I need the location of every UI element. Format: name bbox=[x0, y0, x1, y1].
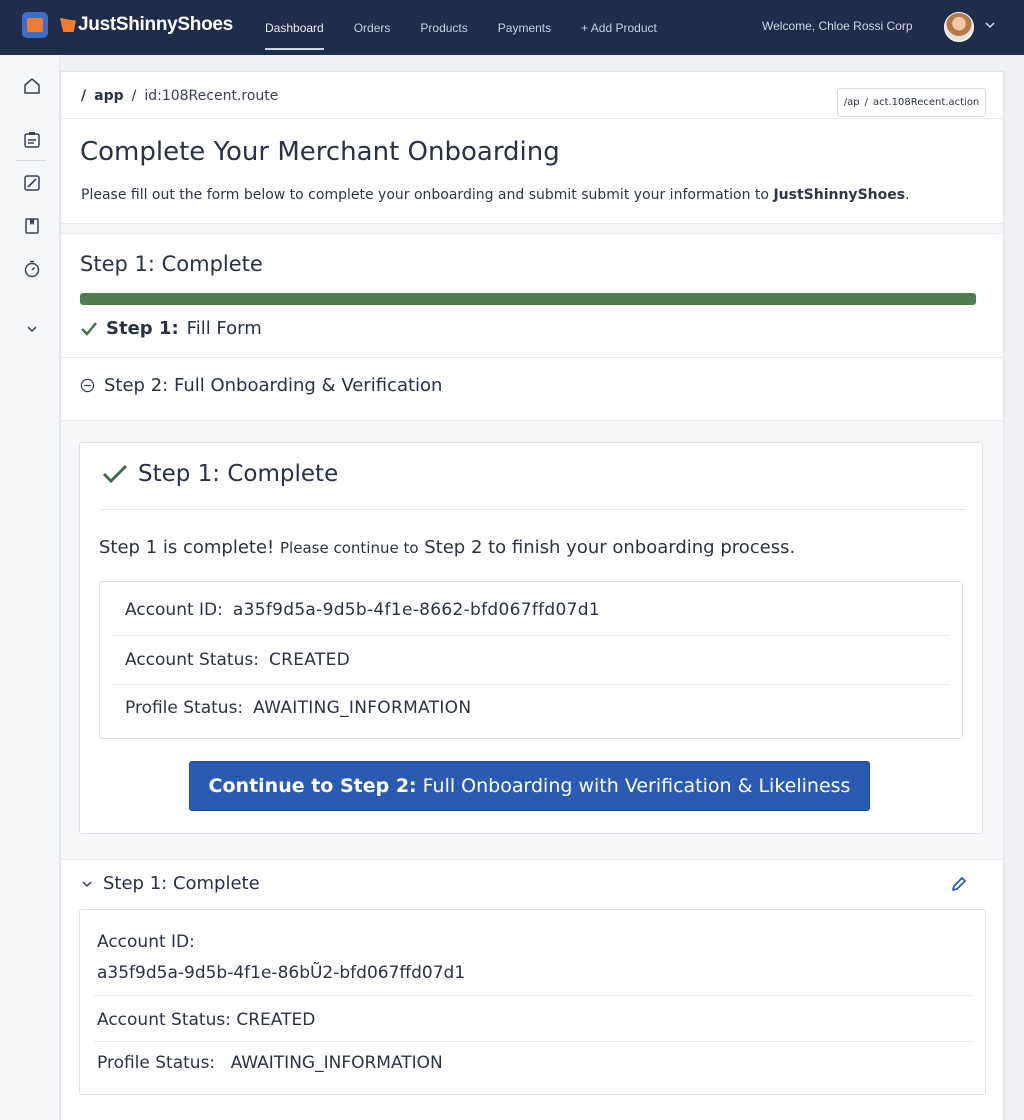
step2-status-row[interactable]: Step 2: Full Onboarding & Verification bbox=[80, 375, 442, 396]
continue-step2-button[interactable]: Continue to Step 2: Full Onboarding with… bbox=[189, 761, 870, 811]
home-icon[interactable] bbox=[21, 75, 43, 97]
chevron-down-icon bbox=[82, 880, 92, 887]
action-chip[interactable]: /ap / act.108Recent.action bbox=[837, 88, 986, 117]
description-brand: JustShinnyShoes bbox=[773, 187, 906, 203]
nav-orders[interactable]: Orders bbox=[339, 0, 406, 55]
check-icon bbox=[81, 321, 97, 336]
chevron-down-icon[interactable] bbox=[985, 20, 995, 30]
step1-label: Fill Form bbox=[186, 318, 262, 339]
brand-name: JustShinnyShoes bbox=[78, 14, 233, 35]
progress-bar bbox=[80, 293, 976, 305]
breadcrumb-sep: / bbox=[81, 88, 87, 104]
step1-status-row[interactable]: Step 1: Fill Form bbox=[80, 318, 262, 339]
account-id-label: Account ID: bbox=[125, 600, 223, 620]
section-divider bbox=[61, 224, 1003, 234]
summary-title: Step 1: Complete bbox=[103, 873, 260, 894]
divider bbox=[94, 1041, 971, 1042]
main-nav: Dashboard Orders Products Payments + Add… bbox=[250, 0, 672, 55]
divider bbox=[112, 684, 950, 685]
breadcrumb: / app / id:108Recent.route bbox=[81, 88, 278, 104]
pencil-icon[interactable] bbox=[949, 874, 969, 894]
summary-account-status-label: Account Status: bbox=[97, 1010, 231, 1030]
minus-circle-icon bbox=[80, 378, 95, 393]
description-text: Please fill out the form below to comple… bbox=[81, 187, 774, 203]
nav-add-product[interactable]: + Add Product bbox=[566, 0, 672, 55]
action-chip-value: act.108Recent.action bbox=[872, 97, 980, 108]
progress-bar-fill bbox=[80, 293, 976, 305]
account-id-value: a35f9d5a-9d5b-4f1e-8662-bfd067ffd07d1 bbox=[232, 600, 600, 620]
bookmark-icon[interactable] bbox=[21, 215, 43, 237]
profile-status-row: Profile Status: AWAITING_INFORMATION bbox=[125, 698, 471, 718]
summary-account-id-label: Account ID: bbox=[97, 932, 195, 952]
timer-icon[interactable] bbox=[21, 258, 43, 280]
divider bbox=[100, 509, 966, 510]
nav-dashboard[interactable]: Dashboard bbox=[250, 0, 339, 55]
summary-account-status-row: Account Status: CREATED bbox=[97, 1010, 315, 1030]
sidebar-divider bbox=[16, 160, 46, 161]
step1-prefix: Step 1: bbox=[106, 318, 179, 339]
action-chip-sep: / bbox=[864, 97, 868, 108]
card-title-text: Step 1: Complete bbox=[138, 461, 339, 487]
step1-complete-card: Step 1: Complete Step 1 is complete! Ple… bbox=[79, 442, 983, 834]
avatar[interactable] bbox=[944, 12, 974, 42]
step2-label: Step 2: Full Onboarding & Verification bbox=[104, 375, 443, 396]
welcome-text: Welcome, Chloe Rossi Corp bbox=[762, 19, 913, 33]
card-message-part1: Step 1 is complete! bbox=[99, 537, 275, 558]
summary-profile-status-value: AWAITING_INFORMATION bbox=[230, 1053, 443, 1073]
summary-profile-status-label: Profile Status: bbox=[97, 1053, 216, 1073]
continue-button-text: Full Onboarding with Verification & Like… bbox=[422, 775, 851, 797]
check-icon bbox=[102, 464, 128, 484]
nav-products[interactable]: Products bbox=[405, 0, 482, 55]
card-message-part3: Step 2 to finish your onboarding process… bbox=[424, 537, 796, 558]
progress-heading: Step 1: Complete bbox=[80, 252, 263, 276]
card-message: Step 1 is complete! Please continue to S… bbox=[99, 537, 795, 558]
account-id-row: Account ID: a35f9d5a-9d5b-4f1e-8662-bfd0… bbox=[125, 600, 600, 620]
breadcrumb-sep: / bbox=[131, 88, 137, 104]
breadcrumb-bar: / app / id:108Recent.route /ap / act.108… bbox=[61, 72, 1003, 119]
divider bbox=[94, 995, 971, 996]
edit-box-icon[interactable] bbox=[21, 172, 43, 194]
chevron-down-icon[interactable] bbox=[21, 318, 43, 340]
page-title: Complete Your Merchant Onboarding bbox=[80, 137, 560, 167]
action-chip-prefix: /ap bbox=[843, 97, 860, 108]
brand[interactable]: JustShinnyShoes bbox=[22, 12, 233, 38]
sidebar bbox=[0, 55, 60, 1120]
cart-icon bbox=[60, 18, 76, 32]
page-description: Please fill out the form below to comple… bbox=[81, 187, 910, 203]
divider bbox=[61, 859, 1003, 860]
summary-header[interactable]: Step 1: Complete bbox=[81, 873, 260, 894]
account-status-label: Account Status: bbox=[125, 650, 259, 670]
continue-button-bold: Continue to Step 2: bbox=[208, 775, 417, 797]
main-panel: / app / id:108Recent.route /ap / act.108… bbox=[60, 71, 1004, 1120]
account-status-value: CREATED bbox=[268, 650, 351, 670]
account-info-box: Account ID: a35f9d5a-9d5b-4f1e-8662-bfd0… bbox=[99, 581, 963, 739]
summary-account-status-value: CREATED bbox=[236, 1010, 316, 1030]
description-suffix: . bbox=[905, 187, 910, 203]
card-title: Step 1: Complete bbox=[102, 461, 338, 487]
breadcrumb-route[interactable]: id:108Recent.route bbox=[144, 88, 278, 104]
summary-profile-status-row: Profile Status: AWAITING_INFORMATION bbox=[97, 1053, 443, 1073]
profile-status-value: AWAITING_INFORMATION bbox=[253, 698, 472, 718]
divider bbox=[112, 635, 950, 636]
summary-account-id-value: a35f9d5a-9d5b-4f1e-86bŨ2-bfd067ffd07d1 bbox=[97, 963, 466, 983]
account-status-row: Account Status: CREATED bbox=[125, 650, 350, 670]
top-navbar: JustShinnyShoes Dashboard Orders Product… bbox=[0, 0, 1024, 55]
card-message-part2: Please continue to bbox=[280, 539, 419, 557]
summary-box: Account ID: a35f9d5a-9d5b-4f1e-86bŨ2-bfd… bbox=[79, 909, 986, 1095]
brand-logo-icon bbox=[22, 12, 48, 38]
clipboard-icon[interactable] bbox=[21, 129, 43, 151]
nav-payments[interactable]: Payments bbox=[483, 0, 566, 55]
page-header: Complete Your Merchant Onboarding Please… bbox=[61, 119, 1003, 224]
divider bbox=[61, 357, 1003, 358]
profile-status-label: Profile Status: bbox=[125, 698, 244, 718]
breadcrumb-root[interactable]: app bbox=[94, 88, 124, 104]
